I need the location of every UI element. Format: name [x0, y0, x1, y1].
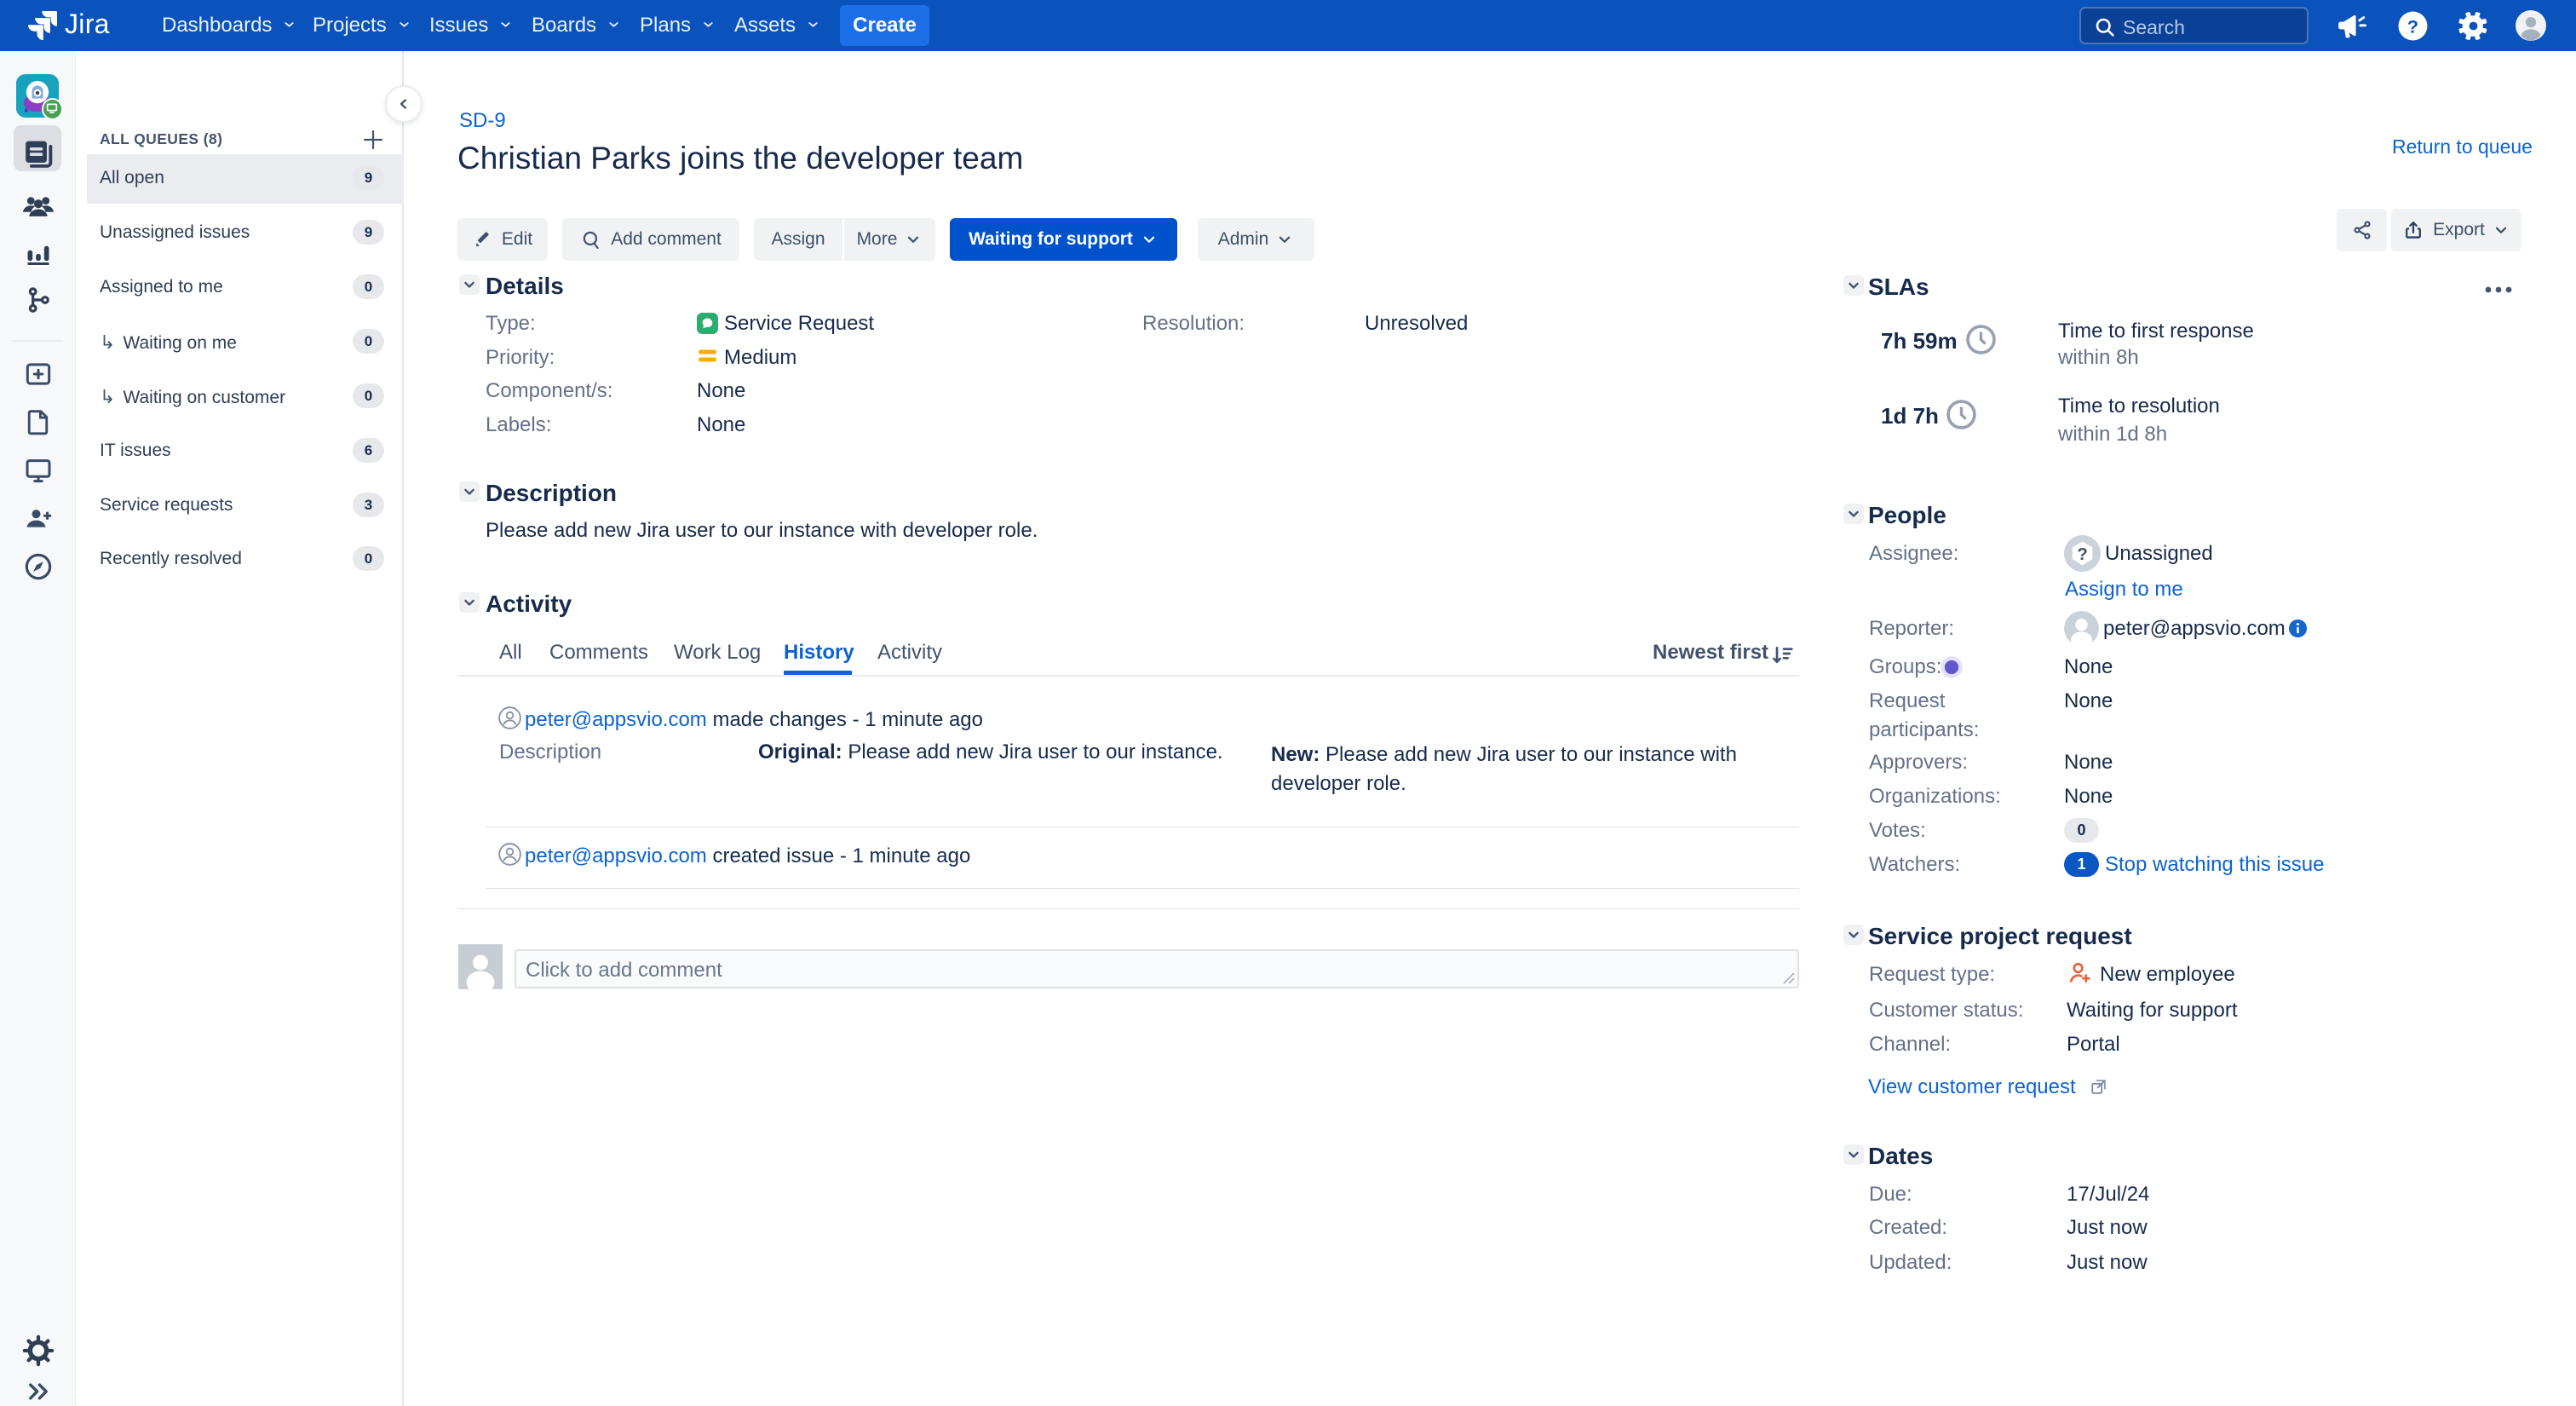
svg-text:?: ?	[2077, 545, 2088, 564]
svg-text:?: ?	[2407, 16, 2418, 37]
